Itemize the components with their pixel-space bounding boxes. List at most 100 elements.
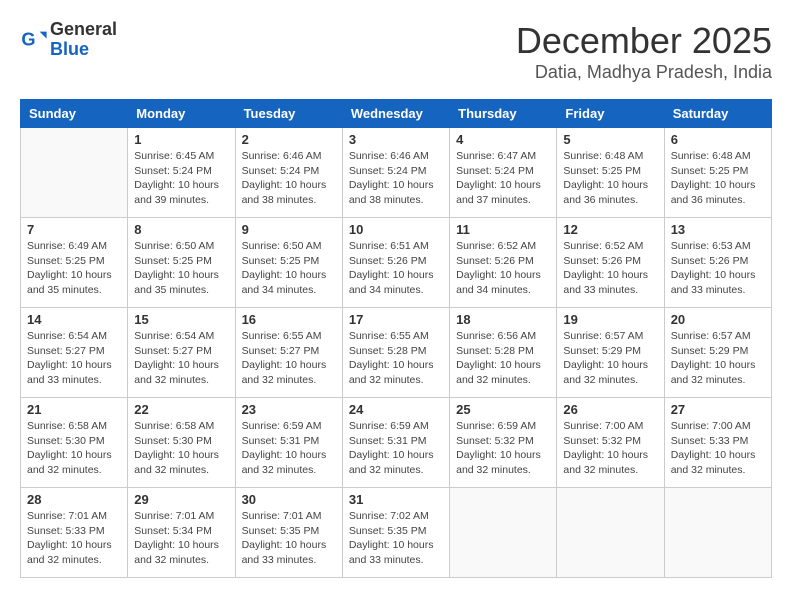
logo-icon: G [20, 26, 48, 54]
calendar-cell [450, 488, 557, 578]
calendar-week-row: 7Sunrise: 6:49 AM Sunset: 5:25 PM Daylig… [21, 218, 772, 308]
day-info: Sunrise: 6:46 AM Sunset: 5:24 PM Dayligh… [349, 149, 443, 208]
day-number: 13 [671, 222, 765, 237]
day-info: Sunrise: 6:48 AM Sunset: 5:25 PM Dayligh… [563, 149, 657, 208]
calendar-header-thursday: Thursday [450, 100, 557, 128]
svg-text:G: G [21, 29, 35, 49]
day-number: 30 [242, 492, 336, 507]
logo: G General Blue [20, 20, 117, 60]
day-info: Sunrise: 7:00 AM Sunset: 5:32 PM Dayligh… [563, 419, 657, 478]
day-number: 16 [242, 312, 336, 327]
day-number: 1 [134, 132, 228, 147]
calendar-cell [557, 488, 664, 578]
calendar-cell: 5 Sunrise: 6:48 AM Sunset: 5:25 PM Daylig… [557, 128, 664, 218]
calendar-cell: 18Sunrise: 6:56 AM Sunset: 5:28 PM Dayli… [450, 308, 557, 398]
calendar-cell: 28 Sunrise: 7:01 AM Sunset: 5:33 PM Dayli… [21, 488, 128, 578]
day-info: Sunrise: 6:45 AM Sunset: 5:24 PM Dayligh… [134, 149, 228, 208]
calendar-cell [21, 128, 128, 218]
day-info: Sunrise: 6:54 AM Sunset: 5:27 PM Dayligh… [27, 329, 121, 388]
day-number: 10 [349, 222, 443, 237]
day-number: 14 [27, 312, 121, 327]
day-info: Sunrise: 6:53 AM Sunset: 5:26 PM Dayligh… [671, 239, 765, 298]
day-info: Sunrise: 6:48 AM Sunset: 5:25 PM Dayligh… [671, 149, 765, 208]
day-number: 6 [671, 132, 765, 147]
day-number: 20 [671, 312, 765, 327]
calendar-header-row: SundayMondayTuesdayWednesdayThursdayFrid… [21, 100, 772, 128]
calendar-cell: 26 Sunrise: 7:00 AM Sunset: 5:32 PM Dayli… [557, 398, 664, 488]
calendar-cell: 2 Sunrise: 6:46 AM Sunset: 5:24 PM Daylig… [235, 128, 342, 218]
day-number: 11 [456, 222, 550, 237]
day-info: Sunrise: 6:55 AM Sunset: 5:27 PM Dayligh… [242, 329, 336, 388]
day-info: Sunrise: 6:51 AM Sunset: 5:26 PM Dayligh… [349, 239, 443, 298]
page-header: G General Blue December 2025 Datia, Madh… [20, 20, 772, 83]
day-info: Sunrise: 6:59 AM Sunset: 5:31 PM Dayligh… [242, 419, 336, 478]
day-info: Sunrise: 6:59 AM Sunset: 5:32 PM Dayligh… [456, 419, 550, 478]
day-number: 3 [349, 132, 443, 147]
title-area: December 2025 Datia, Madhya Pradesh, Ind… [516, 20, 772, 83]
calendar-header-monday: Monday [128, 100, 235, 128]
calendar-cell: 10 Sunrise: 6:51 AM Sunset: 5:26 PM Dayli… [342, 218, 449, 308]
day-number: 21 [27, 402, 121, 417]
day-info: Sunrise: 7:01 AM Sunset: 5:34 PM Dayligh… [134, 509, 228, 568]
location-title: Datia, Madhya Pradesh, India [516, 62, 772, 83]
day-info: Sunrise: 7:02 AM Sunset: 5:35 PM Dayligh… [349, 509, 443, 568]
calendar-cell: 29 Sunrise: 7:01 AM Sunset: 5:34 PM Dayli… [128, 488, 235, 578]
day-info: Sunrise: 6:57 AM Sunset: 5:29 PM Dayligh… [563, 329, 657, 388]
calendar-header-saturday: Saturday [664, 100, 771, 128]
day-number: 2 [242, 132, 336, 147]
day-info: Sunrise: 6:59 AM Sunset: 5:31 PM Dayligh… [349, 419, 443, 478]
day-number: 24 [349, 402, 443, 417]
calendar-cell: 14 Sunrise: 6:54 AM Sunset: 5:27 PM Dayli… [21, 308, 128, 398]
day-info: Sunrise: 6:46 AM Sunset: 5:24 PM Dayligh… [242, 149, 336, 208]
day-info: Sunrise: 7:00 AM Sunset: 5:33 PM Dayligh… [671, 419, 765, 478]
day-number: 31 [349, 492, 443, 507]
day-number: 23 [242, 402, 336, 417]
day-number: 5 [563, 132, 657, 147]
calendar-cell: 27 Sunrise: 7:00 AM Sunset: 5:33 PM Dayli… [664, 398, 771, 488]
calendar-cell: 15Sunrise: 6:54 AM Sunset: 5:27 PM Dayli… [128, 308, 235, 398]
day-info: Sunrise: 6:57 AM Sunset: 5:29 PM Dayligh… [671, 329, 765, 388]
day-number: 15 [134, 312, 228, 327]
calendar-cell: 6 Sunrise: 6:48 AM Sunset: 5:25 PM Daylig… [664, 128, 771, 218]
calendar-cell: 12 Sunrise: 6:52 AM Sunset: 5:26 PM Dayli… [557, 218, 664, 308]
calendar-cell: 25Sunrise: 6:59 AM Sunset: 5:32 PM Dayli… [450, 398, 557, 488]
calendar-cell: 11 Sunrise: 6:52 AM Sunset: 5:26 PM Dayli… [450, 218, 557, 308]
calendar-week-row: 21 Sunrise: 6:58 AM Sunset: 5:30 PM Dayli… [21, 398, 772, 488]
day-number: 9 [242, 222, 336, 237]
calendar-cell: 1 Sunrise: 6:45 AM Sunset: 5:24 PM Daylig… [128, 128, 235, 218]
day-info: Sunrise: 6:47 AM Sunset: 5:24 PM Dayligh… [456, 149, 550, 208]
day-number: 26 [563, 402, 657, 417]
day-number: 28 [27, 492, 121, 507]
calendar-cell: 9 Sunrise: 6:50 AM Sunset: 5:25 PM Daylig… [235, 218, 342, 308]
calendar-cell: 13 Sunrise: 6:53 AM Sunset: 5:26 PM Dayli… [664, 218, 771, 308]
day-number: 29 [134, 492, 228, 507]
day-info: Sunrise: 6:52 AM Sunset: 5:26 PM Dayligh… [563, 239, 657, 298]
day-number: 17 [349, 312, 443, 327]
day-number: 22 [134, 402, 228, 417]
day-info: Sunrise: 7:01 AM Sunset: 5:33 PM Dayligh… [27, 509, 121, 568]
calendar-cell: 20 Sunrise: 6:57 AM Sunset: 5:29 PM Dayli… [664, 308, 771, 398]
day-number: 12 [563, 222, 657, 237]
day-number: 27 [671, 402, 765, 417]
calendar-header-friday: Friday [557, 100, 664, 128]
day-info: Sunrise: 6:55 AM Sunset: 5:28 PM Dayligh… [349, 329, 443, 388]
calendar-cell: 17 Sunrise: 6:55 AM Sunset: 5:28 PM Dayli… [342, 308, 449, 398]
calendar-cell [664, 488, 771, 578]
day-info: Sunrise: 6:50 AM Sunset: 5:25 PM Dayligh… [242, 239, 336, 298]
calendar-cell: 7Sunrise: 6:49 AM Sunset: 5:25 PM Daylig… [21, 218, 128, 308]
day-info: Sunrise: 6:58 AM Sunset: 5:30 PM Dayligh… [27, 419, 121, 478]
calendar-header-sunday: Sunday [21, 100, 128, 128]
day-info: Sunrise: 7:01 AM Sunset: 5:35 PM Dayligh… [242, 509, 336, 568]
calendar-cell: 19Sunrise: 6:57 AM Sunset: 5:29 PM Dayli… [557, 308, 664, 398]
calendar-header-tuesday: Tuesday [235, 100, 342, 128]
calendar-cell: 4 Sunrise: 6:47 AM Sunset: 5:24 PM Daylig… [450, 128, 557, 218]
day-number: 4 [456, 132, 550, 147]
day-info: Sunrise: 6:50 AM Sunset: 5:25 PM Dayligh… [134, 239, 228, 298]
calendar-cell: 23 Sunrise: 6:59 AM Sunset: 5:31 PM Dayli… [235, 398, 342, 488]
logo-blue-text: Blue [50, 40, 117, 60]
month-year-title: December 2025 [516, 20, 772, 62]
day-info: Sunrise: 6:52 AM Sunset: 5:26 PM Dayligh… [456, 239, 550, 298]
day-info: Sunrise: 6:58 AM Sunset: 5:30 PM Dayligh… [134, 419, 228, 478]
day-number: 7 [27, 222, 121, 237]
day-number: 8 [134, 222, 228, 237]
